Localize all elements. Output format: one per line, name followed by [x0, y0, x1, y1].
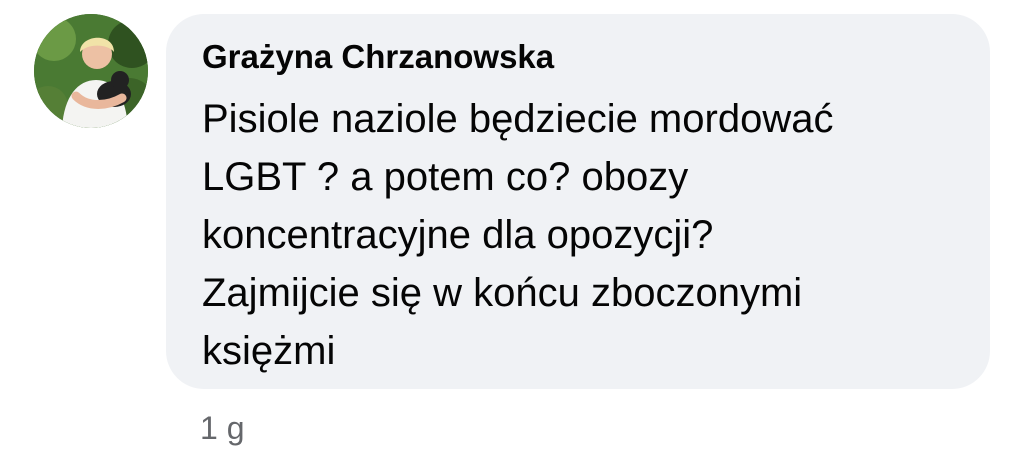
- comment-bubble: Grażyna Chrzanowska Pisiole naziole będz…: [166, 14, 990, 389]
- user-avatar-photo: [34, 14, 148, 128]
- avatar[interactable]: [34, 14, 148, 128]
- comment-text-line: księżmi: [202, 329, 336, 373]
- comment-text-line: LGBT ? a potem co? obozy: [202, 155, 689, 199]
- comment: Grażyna Chrzanowska Pisiole naziole będz…: [0, 0, 1024, 465]
- comment-timestamp[interactable]: 1 g: [200, 410, 244, 447]
- comment-text-line: koncentracyjne dla opozycji?: [202, 213, 714, 257]
- comment-text: Pisiole naziole będziecie mordować LGBT …: [202, 90, 972, 380]
- comment-text-line: Pisiole naziole będziecie mordować: [202, 97, 834, 141]
- author-name[interactable]: Grażyna Chrzanowska: [202, 38, 554, 76]
- comment-text-line: Zajmijcie się w końcu zboczonymi: [202, 271, 803, 315]
